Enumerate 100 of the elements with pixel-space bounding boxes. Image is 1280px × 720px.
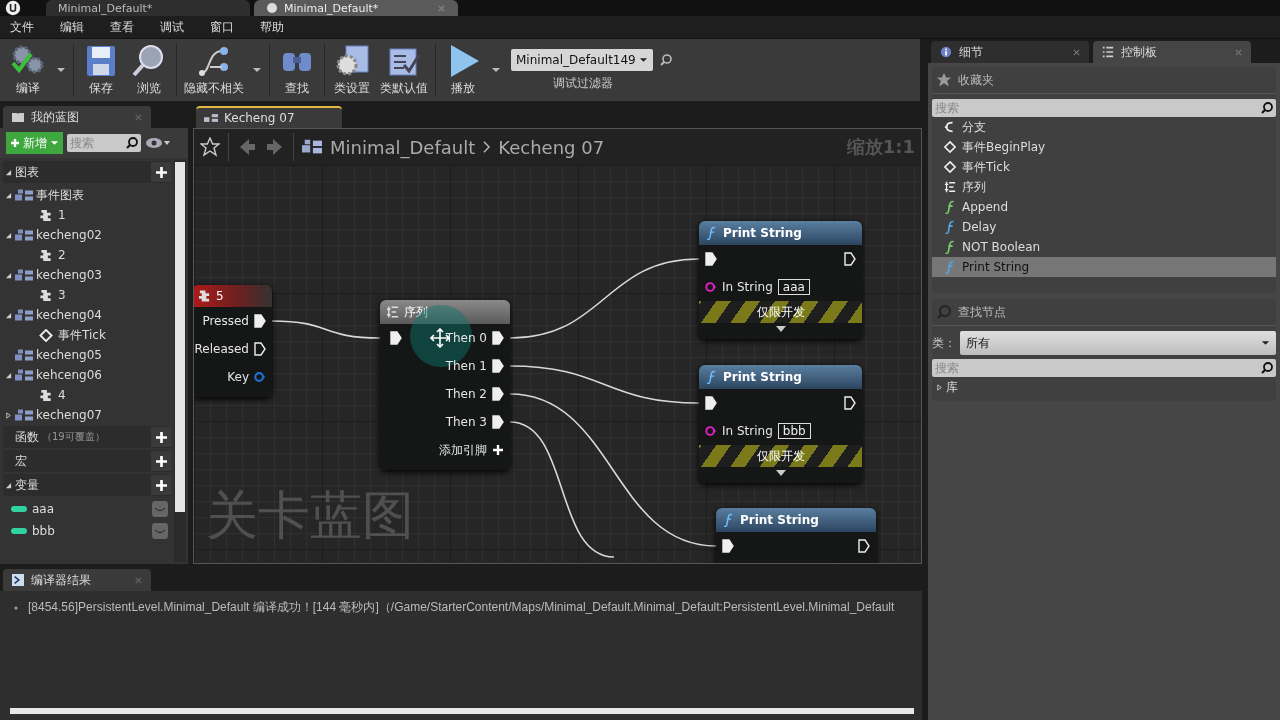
search-field[interactable]: 搜索 [932,99,1258,117]
tree-item[interactable]: kecheng07 [36,408,102,422]
exec-pin-icon[interactable] [492,331,504,345]
caret-icon[interactable] [252,67,262,73]
tree-item[interactable]: 事件图表 [36,186,84,204]
menu-item[interactable]: 编辑 [60,18,84,36]
exec-pin-icon[interactable] [492,415,504,429]
palette-item[interactable]: Print String [932,257,1276,277]
menu-item[interactable]: 帮助 [260,18,284,36]
exec-pin-icon[interactable] [492,387,504,401]
section-header[interactable]: 图表 [3,161,171,183]
expand-arrow-icon[interactable] [5,191,12,199]
string-value-field[interactable]: bbb [777,423,811,439]
palette-item[interactable]: 事件Tick [932,157,1276,177]
palette-item[interactable]: 分支 [932,117,1276,137]
exec-pin-icon[interactable] [844,396,856,410]
palette-item[interactable]: NOT Boolean [932,237,1276,257]
expand-caret-icon[interactable] [774,469,787,477]
expand-arrow-icon[interactable] [5,168,12,176]
toolbar-button[interactable]: 类设置 [328,41,376,99]
tree-item[interactable]: kehceng06 [36,368,102,382]
visibility-toggle-icon[interactable] [152,501,168,517]
panel-tab[interactable]: 我的蓝图 [3,106,151,128]
visibility-icon[interactable] [145,137,171,149]
tree-item[interactable]: kecheng05 [36,348,102,362]
exec-pin-icon[interactable] [705,252,717,266]
caret-icon[interactable] [56,67,66,73]
search-field[interactable]: 搜索 [932,359,1258,377]
exec-pin-icon[interactable] [705,396,717,410]
exec-pin-icon[interactable] [858,539,870,553]
tree-item[interactable]: 3 [58,288,66,302]
tree-item[interactable]: kecheng04 [36,308,102,322]
exec-pin-icon[interactable] [492,359,504,373]
toolbar-button[interactable]: 浏览 [125,41,173,99]
expand-caret-icon[interactable] [774,325,787,333]
variable-item[interactable]: aaa [32,502,55,516]
palette-item[interactable]: 事件BeginPlay [932,137,1276,157]
tree-item[interactable]: kecheng03 [36,268,102,282]
visibility-toggle-icon[interactable] [152,523,168,539]
exec-pin-icon[interactable] [722,539,734,553]
tree-item[interactable]: 库 [946,378,958,396]
search-field[interactable]: 搜索 [67,134,123,152]
print-string-node[interactable]: Print String In String aaa 仅限开发 [699,221,862,339]
toolbar-button[interactable]: 隐藏不相关 [180,41,248,99]
search-icon[interactable] [123,134,141,152]
scrollbar[interactable] [10,708,914,714]
expand-arrow-icon[interactable] [5,311,12,319]
document-tab[interactable]: Minimal_Default* [254,0,458,16]
caret-icon[interactable] [491,67,501,73]
expand-arrow-icon[interactable] [5,271,12,279]
section-header[interactable]: 函数 （19可覆盖） [3,426,171,448]
tree-item[interactable]: 2 [58,248,66,262]
breadcrumb-item[interactable]: Minimal_Default [330,136,476,158]
print-string-node[interactable]: Print String [716,508,876,563]
add-icon[interactable] [151,427,171,447]
expand-arrow-icon[interactable] [5,481,12,489]
favorite-star-icon[interactable] [200,137,220,157]
palette-item[interactable]: Append [932,197,1276,217]
scrollbar[interactable] [174,160,186,562]
sequence-node[interactable]: 序列 Then 0 Then 1 Then 2 Then 3 添加引脚 [380,300,510,470]
section-header[interactable]: 变量 [3,474,171,496]
menu-item[interactable]: 查看 [110,18,134,36]
toolbar-button[interactable]: 播放 [439,41,487,99]
exec-pin-icon[interactable] [254,342,266,356]
print-string-node[interactable]: Print String In String bbb 仅限开发 [699,365,862,483]
panel-tab[interactable]: 编译器结果 [3,569,151,591]
add-icon[interactable] [492,443,504,457]
input-key-node[interactable]: 5 Pressed Released Key [194,285,272,397]
menu-item[interactable]: 文件 [10,18,34,36]
debug-filter-dropdown[interactable]: Minimal_Default149 [511,48,653,71]
class-dropdown[interactable]: 所有 [960,331,1276,355]
toolbar-button[interactable]: 保存 [77,41,125,99]
add-pin-button[interactable]: 添加引脚 [439,441,487,459]
string-value-field[interactable]: aaa [777,279,810,295]
toolbar-button[interactable]: 类默认值 [376,41,432,99]
add-icon[interactable] [151,451,171,471]
graph-tab[interactable]: Kecheng 07 [196,106,342,128]
close-icon[interactable] [1072,47,1081,57]
breadcrumb-item[interactable]: Kecheng 07 [498,136,605,158]
expand-arrow-icon[interactable] [936,383,943,391]
palette-item[interactable]: 序列 [932,177,1276,197]
palette-item[interactable]: Delay [932,217,1276,237]
section-header[interactable]: 宏 [3,450,171,472]
panel-tab[interactable]: 细节 [931,41,1089,63]
exec-pin-icon[interactable] [844,252,856,266]
string-pin-icon[interactable] [705,424,717,438]
exec-pin-icon[interactable] [254,314,266,328]
expand-arrow-icon[interactable] [5,411,12,419]
add-icon[interactable] [151,162,171,182]
tree-item[interactable]: 事件Tick [58,326,106,344]
menu-item[interactable]: 调试 [160,18,184,36]
expand-arrow-icon[interactable] [5,231,12,239]
tree-item[interactable]: 1 [58,208,66,222]
search-icon[interactable] [658,52,673,67]
expand-arrow-icon[interactable] [5,371,12,379]
search-icon[interactable] [1258,99,1276,117]
variable-item[interactable]: bbb [32,524,55,538]
struct-pin-icon[interactable] [254,370,266,384]
panel-tab[interactable]: 控制板 [1093,41,1251,63]
toolbar-button[interactable]: 编译 [4,41,52,99]
